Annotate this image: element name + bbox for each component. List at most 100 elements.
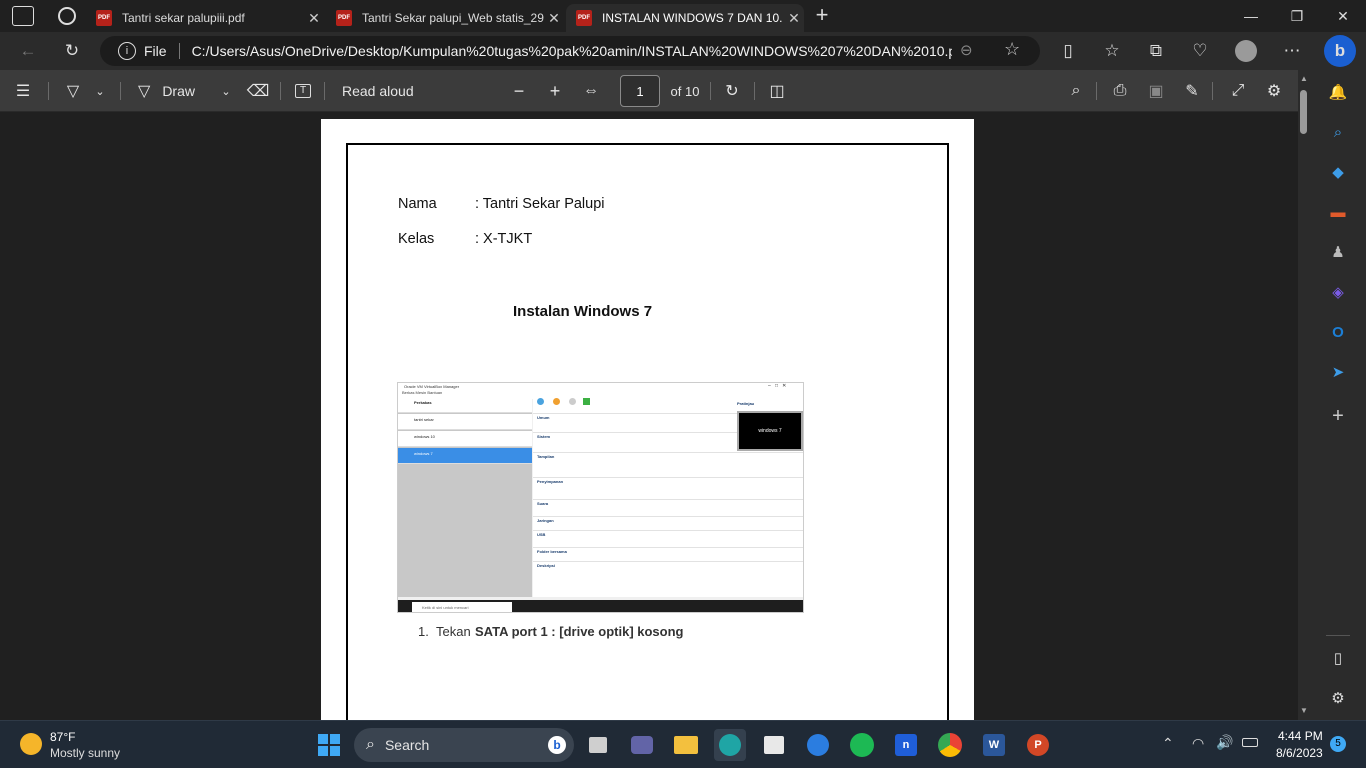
notification-bell-icon[interactable]: 🔔 (1326, 80, 1350, 104)
search-icon: ⌕ (366, 736, 375, 753)
volume-icon[interactable]: 🔊 (1216, 734, 1233, 751)
list-number: 1. (418, 624, 429, 639)
collections-icon[interactable]: ⧉ (1142, 37, 1170, 65)
rotate-icon[interactable]: ↻ (720, 78, 744, 104)
taskbar-search[interactable]: ⌕ Search b (354, 728, 574, 762)
more-menu-icon[interactable]: ⋯ (1278, 37, 1306, 65)
zoom-out-icon[interactable]: − (508, 78, 530, 104)
restore-button[interactable]: ❐ (1274, 0, 1320, 32)
start-windows-icon[interactable] (313, 729, 345, 761)
spotify-icon[interactable] (846, 729, 878, 761)
weather-sun-icon[interactable] (20, 733, 42, 755)
chrome-icon[interactable] (934, 729, 966, 761)
chevron-down-icon[interactable]: ⌄ (92, 78, 108, 104)
split-screen-icon[interactable]: ▯ (1054, 37, 1082, 65)
battery-icon[interactable] (1242, 738, 1258, 747)
pdf-viewport[interactable]: Nama : Tantri Sekar Palupi Kelas : X-TJK… (0, 112, 1298, 743)
chevron-down-icon[interactable]: ⌄ (218, 78, 234, 104)
address-bar[interactable]: i File C:/Users/Asus/OneDrive/Desktop/Ku… (100, 36, 1040, 66)
favorites-icon[interactable]: ☆ (1098, 37, 1126, 65)
url-text[interactable]: C:/Users/Asus/OneDrive/Desktop/Kumpulan%… (192, 43, 952, 59)
bing-copilot-icon[interactable]: b (1324, 35, 1356, 67)
hide-sidebar-icon[interactable]: ▯ (1326, 646, 1350, 670)
scroll-thumb[interactable] (1300, 90, 1307, 134)
vbox-screenshot-taskbar: Ketik di sini untuk mencari (398, 600, 803, 612)
back-icon[interactable]: ← (14, 37, 42, 65)
notion-icon[interactable]: n (890, 729, 922, 761)
word-icon[interactable]: W (978, 729, 1010, 761)
contents-icon[interactable]: ☰ (10, 78, 36, 104)
clock-time[interactable]: 4:44 PM (1278, 729, 1323, 743)
tools-briefcase-icon[interactable]: ▬ (1326, 200, 1350, 224)
vm-tools: Perkakas (398, 397, 532, 413)
info-icon[interactable]: i (118, 42, 136, 60)
microsoft-store-icon[interactable] (758, 729, 790, 761)
vbox-toolbar-icons (537, 398, 597, 406)
zoom-in-icon[interactable]: + (544, 78, 566, 104)
powerpoint-icon[interactable]: P (1022, 729, 1054, 761)
highlight-icon[interactable]: ▽ (60, 78, 86, 104)
vbox-details-panel: Umum Sistem Tampilan Penyimpanan Suara J… (533, 397, 803, 597)
read-aloud-button[interactable]: Read aloud (342, 78, 422, 104)
notification-badge[interactable]: 5 (1330, 736, 1346, 752)
scroll-down-arrow[interactable]: ▼ (1300, 706, 1308, 715)
fullscreen-icon[interactable]: ⤢ (1226, 78, 1250, 104)
tab-actions-icon[interactable] (12, 6, 34, 26)
tab-instalan-windows[interactable]: PDF INSTALAN WINDOWS 7 DAN 10. ✕ (566, 4, 804, 32)
close-icon[interactable]: ✕ (304, 10, 324, 27)
page-view-icon[interactable]: ◫ (766, 78, 788, 104)
divider (754, 82, 755, 100)
refresh-icon[interactable]: ↻ (58, 37, 86, 65)
divider (280, 82, 281, 100)
favorite-star-icon[interactable]: ☆ (1004, 39, 1020, 60)
close-icon[interactable]: ✕ (544, 10, 564, 27)
close-icon[interactable]: ✕ (784, 10, 804, 27)
vbox-menu: Berkas Mesin Bantuan (402, 390, 443, 395)
kelas-label: Kelas (398, 231, 435, 247)
close-window-button[interactable]: ✕ (1320, 0, 1366, 32)
vertical-scrollbar[interactable]: ▲ ▼ (1298, 70, 1310, 720)
show-hidden-icons[interactable]: ⌃ (1162, 735, 1174, 752)
minimize-button[interactable]: — (1228, 0, 1274, 32)
outlook-icon[interactable]: O (1326, 320, 1350, 344)
search-icon[interactable]: ⌕ (1326, 120, 1350, 144)
vm-item-selected: windows 7 (398, 448, 532, 464)
page-number-input[interactable]: 1 (620, 75, 660, 107)
games-icon[interactable]: ♟ (1326, 240, 1350, 264)
tab-palupiii[interactable]: PDF Tantri sekar palupiii.pdf ✕ (86, 4, 324, 32)
search-icon[interactable]: ⌕ (1064, 78, 1088, 104)
save-as-icon[interactable]: ✎ (1180, 78, 1204, 104)
file-explorer-icon[interactable] (670, 729, 702, 761)
wifi-icon[interactable]: ◠ (1192, 735, 1204, 752)
edge-sidebar: 🔔 ⌕ ◆ ▬ ♟ ◈ O ➤ + ▯ ⚙ (1310, 70, 1366, 720)
settings-gear-icon[interactable]: ⚙ (1262, 78, 1286, 104)
profile-avatar[interactable] (1232, 37, 1260, 65)
sidebar-settings-icon[interactable]: ⚙ (1326, 686, 1350, 710)
weather-temp[interactable]: 87°F (50, 730, 75, 744)
fit-width-icon[interactable]: ⇔ (580, 78, 602, 104)
pdf-icon: PDF (576, 10, 592, 26)
eraser-icon[interactable]: ⌫ (246, 78, 270, 104)
microsoft-365-icon[interactable]: ◈ (1326, 280, 1350, 304)
weather-desc[interactable]: Mostly sunny (50, 746, 120, 760)
task-view-icon[interactable] (582, 729, 614, 761)
save-icon[interactable]: ▣ (1144, 78, 1168, 104)
clock-date[interactable]: 8/6/2023 (1276, 746, 1323, 760)
github-icon[interactable] (58, 7, 76, 25)
teams-chat-icon[interactable] (626, 729, 658, 761)
scroll-up-arrow[interactable]: ▲ (1300, 74, 1308, 83)
performance-icon[interactable]: ♡ (1186, 37, 1214, 65)
cortana-icon[interactable] (802, 729, 834, 761)
tab-strip: PDF Tantri sekar palupiii.pdf ✕ PDF Tant… (0, 0, 1366, 32)
new-tab-button[interactable]: + (812, 2, 832, 30)
add-sidebar-app-icon[interactable]: + (1326, 404, 1350, 428)
shopping-tag-icon[interactable]: ◆ (1326, 160, 1350, 184)
drop-send-icon[interactable]: ➤ (1326, 360, 1350, 384)
edge-browser-icon[interactable] (714, 729, 746, 761)
tab-web-statis[interactable]: PDF Tantri Sekar palupi_Web statis_29 ✕ (326, 4, 564, 32)
divider (710, 82, 711, 100)
print-icon[interactable]: ⎙ (1108, 78, 1132, 104)
text-box-icon[interactable]: T (292, 78, 314, 104)
zoom-icon[interactable]: ⊖ (960, 41, 973, 59)
draw-button[interactable]: ▽ Draw (138, 78, 228, 104)
